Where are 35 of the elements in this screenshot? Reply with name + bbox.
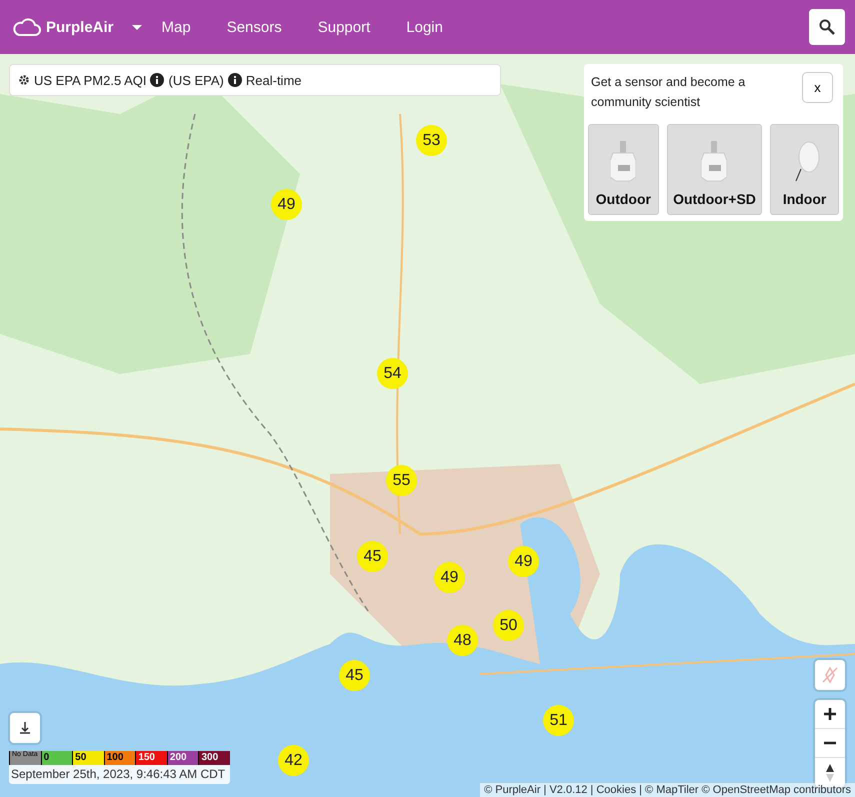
cloud-logo-icon xyxy=(12,17,42,37)
promo-title: Get a sensor and become a community scientist xyxy=(591,74,746,111)
nav-link[interactable]: Map xyxy=(162,18,191,36)
compass-off-icon xyxy=(821,666,839,684)
map-attribution: © PurpleAir | V2.0.12 | Cookies | © MapTiler © OpenStreetMap contributors xyxy=(480,783,855,797)
settings-icon[interactable] xyxy=(18,74,30,86)
close-button[interactable]: x xyxy=(802,72,833,103)
period-label: Real-time xyxy=(246,72,302,88)
search-icon xyxy=(819,19,835,35)
brand-name[interactable]: PurpleAir xyxy=(46,18,114,36)
product-button[interactable]: Outdoor xyxy=(588,124,659,215)
download-button[interactable] xyxy=(10,713,40,743)
legend-segment: 0 xyxy=(40,751,72,765)
nav-link[interactable]: Sensors xyxy=(226,18,282,36)
timestamp: September 25th, 2023, 9:46:43 AM CDT xyxy=(10,766,226,783)
legend-segment: 100 xyxy=(104,751,136,765)
north-arrow-icon xyxy=(825,762,835,782)
search-button[interactable] xyxy=(809,9,845,45)
caret-icon[interactable] xyxy=(132,24,142,30)
product-button[interactable]: Indoor xyxy=(770,124,839,215)
legend-segment: 300 xyxy=(198,751,230,765)
plus-icon xyxy=(823,707,837,721)
metric-label: US EPA PM2.5 AQI xyxy=(34,72,146,88)
legend-segment: 50 xyxy=(72,751,104,765)
legend-segment: 200 xyxy=(166,751,198,765)
download-icon xyxy=(20,722,30,734)
nav-link[interactable]: Login xyxy=(406,18,443,36)
minus-icon xyxy=(823,741,837,745)
legend-segment: 150 xyxy=(135,751,167,765)
nav-link[interactable]: Support xyxy=(318,18,370,36)
product-button[interactable]: Outdoor+SD xyxy=(666,124,762,215)
info-icon[interactable] xyxy=(228,73,242,87)
info-icon[interactable] xyxy=(150,73,164,87)
conversion-label: (US EPA) xyxy=(168,72,224,88)
layer-bar[interactable]: US EPA PM2.5 AQI (US EPA) Real-time xyxy=(9,64,501,96)
